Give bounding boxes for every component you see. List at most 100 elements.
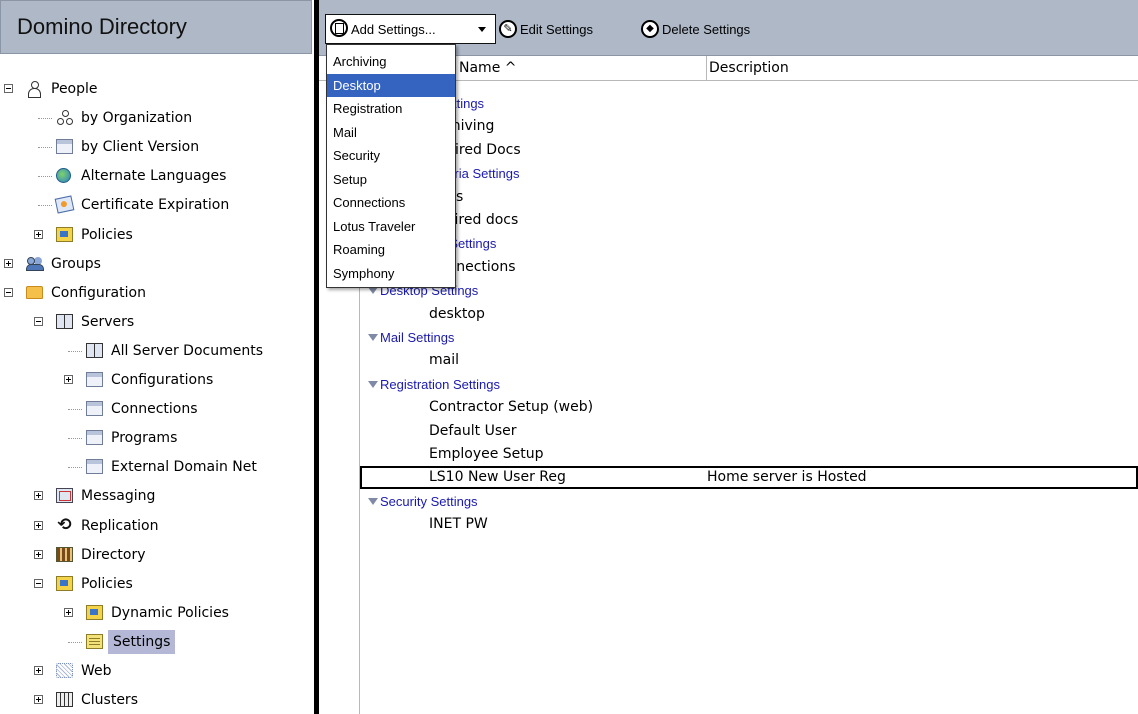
menu-item-registration[interactable]: Registration (327, 97, 455, 121)
menu-item-setup[interactable]: Setup (327, 168, 455, 192)
clusters-icon (56, 692, 73, 707)
menu-item-mail[interactable]: Mail (327, 121, 455, 145)
delete-settings-button[interactable]: ◆ Delete Settings (641, 18, 791, 42)
twistie-icon[interactable] (368, 498, 378, 505)
menu-item-desktop[interactable]: Desktop (327, 73, 455, 97)
menu-item-lotus-traveler[interactable]: Lotus Traveler (327, 215, 455, 239)
column-header-description[interactable]: Description (706, 56, 1138, 80)
tree-item[interactable]: Policies (0, 223, 314, 247)
collapse-icon[interactable] (4, 84, 13, 93)
document-row[interactable]: INET PW (360, 513, 1138, 536)
expand-icon[interactable] (34, 550, 43, 559)
category-label: Mail Settings (380, 330, 455, 345)
tree-item[interactable]: ⟲ Replication (0, 514, 314, 538)
tree-item[interactable]: by Client Version (0, 135, 314, 159)
document-row[interactable]: desktop (360, 303, 1138, 326)
tree-item[interactable]: Dynamic Policies (0, 601, 314, 625)
edit-settings-label: Edit Settings (520, 22, 593, 37)
tree-item-label: Directory (81, 547, 146, 563)
messaging-icon (56, 488, 73, 503)
category-row[interactable]: Archiving Settings (360, 92, 1138, 115)
view-icon (86, 459, 103, 474)
add-settings-label: Add Settings... (351, 22, 436, 37)
menu-item-roaming[interactable]: Roaming (327, 238, 455, 262)
category-row[interactable]: Mail Settings (360, 326, 1138, 349)
twistie-icon[interactable] (368, 334, 378, 341)
expand-icon[interactable] (34, 521, 43, 530)
tree-item[interactable]: Clusters (0, 688, 314, 712)
document-row[interactable]: Connections (360, 256, 1138, 279)
replication-icon: ⟲ (57, 515, 72, 535)
tree-item[interactable]: Groups (0, 252, 314, 276)
group-icon (26, 256, 46, 271)
servers-icon (86, 343, 103, 358)
document-row[interactable]: mail (360, 349, 1138, 372)
edit-settings-button[interactable]: ✎ Edit Settings (499, 18, 624, 42)
expand-icon[interactable] (4, 259, 13, 268)
collapse-icon[interactable] (34, 579, 43, 588)
document-name: LS10 New User Reg (429, 469, 566, 485)
column-header-name[interactable]: Name ^ (459, 56, 516, 80)
document-row[interactable]: expired docs (360, 209, 1138, 232)
expand-icon[interactable] (34, 230, 43, 239)
twistie-icon[interactable] (368, 381, 378, 388)
category-row[interactable]: Archive Criteria Settings (360, 162, 1138, 185)
tree-item[interactable]: People (0, 77, 314, 101)
tree-item-label: Configurations (111, 372, 214, 388)
document-row[interactable]: Contractor Setup (web) (360, 396, 1138, 419)
category-row[interactable]: Security Settings (360, 490, 1138, 513)
tree-item-label: Clusters (81, 692, 138, 708)
tree-item[interactable]: All Server Documents (0, 339, 314, 363)
expand-icon[interactable] (34, 491, 43, 500)
collapse-icon[interactable] (4, 288, 13, 297)
tree-item-label: Policies (81, 227, 133, 243)
organization-icon (56, 110, 72, 125)
add-settings-button[interactable]: Add Settings... (325, 14, 496, 44)
expand-icon[interactable] (64, 375, 73, 384)
tree-item[interactable]: by Organization (0, 106, 314, 130)
category-row[interactable]: Desktop Settings (360, 279, 1138, 302)
tree-item[interactable]: Directory (0, 543, 314, 567)
expand-icon[interactable] (34, 695, 43, 704)
add-settings-menu: Archiving Desktop Registration Mail Security… (326, 44, 456, 288)
tree-item[interactable]: Messaging (0, 484, 314, 508)
tree-item[interactable]: External Domain Net (0, 455, 314, 479)
document-row[interactable]: Docs (360, 186, 1138, 209)
certificate-icon (54, 195, 75, 214)
category-row[interactable]: Connection Settings (360, 232, 1138, 255)
category-row[interactable]: Registration Settings (360, 373, 1138, 396)
tree-item[interactable]: Policies (0, 572, 314, 596)
tree-item[interactable]: Programs (0, 426, 314, 450)
document-row-selected[interactable]: LS10 New User Reg Home server is Hosted (360, 466, 1138, 489)
expand-icon[interactable] (64, 608, 73, 617)
document-name: INET PW (429, 516, 488, 532)
delete-settings-label: Delete Settings (662, 22, 751, 37)
tree-item-label: Servers (81, 314, 135, 330)
document-name: Employee Setup (429, 446, 544, 462)
tree-item[interactable]: Connections (0, 397, 314, 421)
tree-item[interactable]: Alternate Languages (0, 164, 314, 188)
settings-icon (86, 634, 103, 649)
collapse-icon[interactable] (34, 317, 43, 326)
menu-item-security[interactable]: Security (327, 144, 455, 168)
document-row[interactable]: Archiving (360, 115, 1138, 138)
document-row[interactable]: Employee Setup (360, 443, 1138, 466)
tree-item[interactable]: Configurations (0, 368, 314, 392)
tree-item-label: All Server Documents (111, 343, 263, 359)
tree-item[interactable]: Certificate Expiration (0, 193, 314, 217)
menu-item-archiving[interactable]: Archiving (327, 50, 455, 74)
tree-item[interactable]: Servers (0, 310, 314, 334)
twistie-icon[interactable] (368, 287, 378, 294)
tree-item[interactable]: Configuration (0, 281, 314, 305)
menu-item-connections[interactable]: Connections (327, 191, 455, 215)
tree-item[interactable]: Web (0, 659, 314, 683)
menu-item-symphony[interactable]: Symphony (327, 262, 455, 286)
document-name: Default User (429, 423, 517, 439)
document-row[interactable]: Expired Docs (360, 139, 1138, 162)
tree-item[interactable]: Settings (0, 630, 314, 654)
tree-item-label: Configuration (51, 285, 146, 301)
expand-icon[interactable] (34, 666, 43, 675)
document-row[interactable]: Default User (360, 420, 1138, 443)
tree-item-label: Policies (81, 576, 133, 592)
new-document-icon (330, 19, 348, 37)
